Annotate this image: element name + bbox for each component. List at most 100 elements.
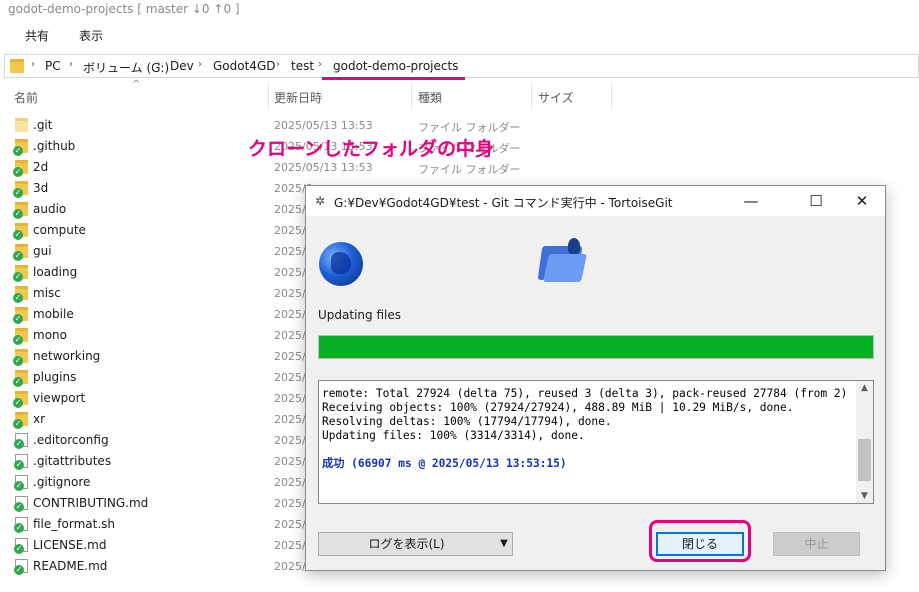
git-clean-overlay-icon: ✓ — [13, 293, 23, 303]
folder-icon: ✓ — [13, 202, 28, 219]
file-icon: ✓ — [14, 454, 28, 470]
close-window-button[interactable]: ✕ — [842, 188, 882, 214]
git-clean-overlay-icon: ✓ — [13, 377, 23, 387]
breadcrumb-godot4gd[interactable]: Godot4GD — [213, 59, 275, 73]
file-name: gui — [33, 244, 52, 258]
status-label: Updating files — [318, 308, 401, 322]
file-date: 2025/05/13 13:53 — [274, 119, 373, 132]
git-clean-overlay-icon: ✓ — [13, 314, 23, 324]
git-clean-overlay-icon: ✓ — [13, 188, 23, 198]
scrollbar-thumb[interactable] — [858, 439, 871, 481]
file-name: 3d — [33, 181, 49, 195]
file-name: xr — [33, 412, 46, 426]
breadcrumb-pc[interactable]: PC — [45, 59, 61, 73]
file-name: mobile — [33, 307, 74, 321]
folder-icon: ✓ — [13, 391, 28, 408]
scroll-down-icon[interactable]: ▼ — [856, 491, 873, 501]
file-name: networking — [33, 349, 101, 363]
column-modified[interactable]: 更新日時 — [274, 89, 322, 106]
progress-fill — [319, 336, 873, 358]
file-icon: ✓ — [14, 496, 28, 512]
file-name: file_format.sh — [33, 517, 115, 531]
file-icon: ✓ — [14, 538, 28, 554]
globe-icon — [319, 242, 363, 286]
output-log[interactable]: remote: Total 27924 (delta 75), reused 3… — [318, 380, 874, 504]
file-name: .git — [33, 118, 53, 132]
file-type: ファイル フォルダー — [418, 121, 521, 134]
breadcrumb-test[interactable]: test — [291, 59, 314, 73]
file-name: CONTRIBUTING.md — [33, 496, 149, 510]
file-date: 2025/05/13 13:53 — [274, 161, 373, 174]
file-name: audio — [33, 202, 67, 216]
file-icon: ✓ — [14, 559, 28, 575]
folder-icon: ✓ — [13, 181, 28, 198]
explorer-title: godot-demo-projects [ master ↓0 ↑0 ] — [8, 2, 240, 16]
abort-button[interactable]: 中止 — [773, 532, 860, 556]
git-clean-overlay-icon: ✓ — [14, 523, 24, 533]
file-name: 2d — [33, 160, 49, 174]
maximize-button[interactable]: ☐ — [796, 188, 836, 214]
column-divider[interactable] — [531, 84, 532, 108]
file-row[interactable]: .git 2025/05/13 13:53 ファイル フォルダー — [0, 115, 919, 136]
folder-icon — [10, 59, 24, 73]
chevron-right-icon: › — [276, 59, 280, 70]
chevron-right-icon: › — [157, 59, 161, 70]
file-name: .github — [33, 139, 76, 153]
folder-icon: ✓ — [13, 412, 28, 429]
chevron-right-icon: › — [31, 59, 35, 70]
column-size[interactable]: サイズ — [538, 89, 574, 106]
log-line: remote: Total 27924 (delta 75), reused 3… — [322, 387, 848, 400]
chevron-down-icon[interactable]: ▼ — [495, 533, 513, 555]
column-divider[interactable] — [268, 84, 269, 108]
minimize-button[interactable]: — — [731, 188, 771, 214]
file-name: compute — [33, 223, 86, 237]
file-icon: ✓ — [14, 517, 28, 533]
column-divider[interactable] — [411, 84, 412, 108]
tortoisegit-icon: ✲ — [315, 194, 326, 208]
breadcrumb-current[interactable]: godot-demo-projects — [333, 59, 458, 73]
file-name: loading — [33, 265, 78, 279]
git-clean-overlay-icon: ✓ — [13, 419, 23, 429]
git-clean-overlay-icon: ✓ — [13, 230, 23, 240]
dialog-titlebar[interactable]: ✲ G:¥Dev¥Godot4GD¥test - Git コマンド実行中 - T… — [306, 186, 885, 216]
folder-icon: ✓ — [13, 139, 28, 156]
column-type[interactable]: 種類 — [418, 89, 442, 106]
file-name: plugins — [33, 370, 77, 384]
address-bar[interactable]: › PC › ボリューム (G:) › Dev › Godot4GD › tes… — [4, 54, 919, 78]
breadcrumb-dev[interactable]: Dev — [170, 59, 194, 73]
chevron-right-icon: › — [69, 59, 73, 70]
ribbon-tab-view[interactable]: 表示 — [79, 27, 103, 44]
git-clean-overlay-icon: ✓ — [14, 502, 24, 512]
chevron-right-icon: › — [318, 59, 322, 70]
git-clean-overlay-icon: ✓ — [14, 544, 24, 554]
scroll-up-icon[interactable]: ▲ — [856, 383, 873, 393]
folder-icon: ✓ — [13, 328, 28, 345]
git-clean-overlay-icon: ✓ — [13, 398, 23, 408]
git-clean-overlay-icon: ✓ — [13, 356, 23, 366]
log-line: Receiving objects: 100% (27924/27924), 4… — [322, 401, 794, 414]
file-name: LICENSE.md — [33, 538, 107, 552]
file-icon: ✓ — [14, 433, 28, 449]
ribbon: 共有 表示 — [0, 22, 919, 48]
file-name: .gitattributes — [33, 454, 112, 468]
git-clean-overlay-icon: ✓ — [14, 481, 24, 491]
folder-icon: ✓ — [13, 160, 28, 177]
breadcrumb-highlight-underline — [322, 77, 465, 80]
git-clean-overlay-icon: ✓ — [13, 272, 23, 282]
file-name: README.md — [33, 559, 108, 573]
folder-icon: ✓ — [13, 244, 28, 261]
column-name[interactable]: 名前 — [14, 89, 38, 106]
log-line: Updating files: 100% (3314/3314), done. — [322, 429, 585, 442]
progress-bar — [318, 335, 874, 359]
folder-icon: ✓ — [13, 370, 28, 387]
column-divider[interactable] — [611, 84, 612, 108]
log-scrollbar[interactable]: ▲ ▼ — [856, 381, 873, 503]
git-clean-overlay-icon: ✓ — [13, 209, 23, 219]
chevron-right-icon: › — [198, 59, 202, 70]
show-log-button[interactable]: ログを表示(L) ▼ — [318, 532, 513, 556]
ribbon-tab-share[interactable]: 共有 — [25, 27, 49, 44]
log-lines: remote: Total 27924 (delta 75), reused 3… — [322, 387, 852, 471]
folder-icon: ✓ — [13, 286, 28, 303]
file-name: mono — [33, 328, 67, 342]
